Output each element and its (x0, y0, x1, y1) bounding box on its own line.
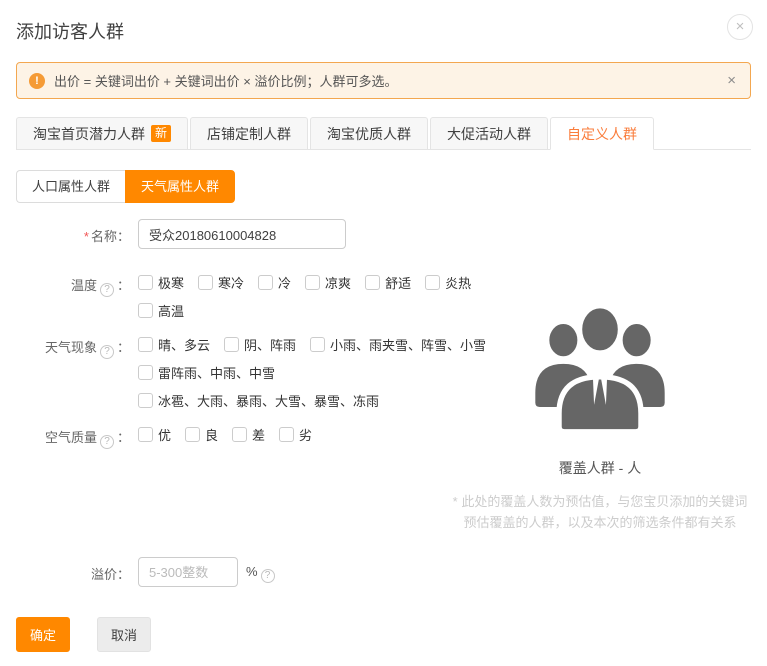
audience-name-input[interactable] (138, 219, 346, 249)
required-asterisk: * (84, 229, 89, 244)
air-quality-label: 空气质量?： (16, 425, 130, 453)
checkbox-label: 晴、多云 (158, 335, 210, 354)
checkbox-icon[interactable] (198, 275, 213, 290)
checkbox-option[interactable]: 雷阵雨、中雨、中雪 (138, 363, 275, 382)
people-group-icon (450, 296, 750, 436)
checkbox-option[interactable]: 阴、阵雨 (224, 335, 296, 354)
checkbox-option[interactable]: 冰雹、大雨、暴雨、大雪、暴雪、冻雨 (138, 391, 379, 410)
alert-text: 出价 = 关键词出价 + 关键词出价 × 溢价比例；人群可多选。 (54, 71, 397, 90)
help-icon[interactable]: ? (100, 283, 114, 297)
checkbox-line: 极寒 寒冷 冷 凉爽 舒适 炎热 (138, 273, 485, 292)
premium-unit: %? (246, 557, 278, 587)
checkbox-icon[interactable] (138, 427, 153, 442)
checkbox-line: 晴、多云阴、阵雨小雨、雨夹雪、阵雪、小雪 (138, 335, 500, 354)
checkbox-icon[interactable] (138, 303, 153, 318)
confirm-button[interactable]: 确定 (16, 617, 70, 652)
checkbox-icon[interactable] (279, 427, 294, 442)
checkbox-label: 劣 (299, 425, 312, 444)
name-row: *名称： (16, 219, 751, 249)
dialog-header: 添加访客人群 × (16, 14, 751, 44)
tab-label: 淘宝优质人群 (327, 118, 411, 150)
checkbox-label: 舒适 (385, 273, 411, 292)
tab-label: 店铺定制人群 (207, 118, 291, 150)
premium-input[interactable] (138, 557, 238, 587)
checkbox-option[interactable]: 舒适 (365, 273, 411, 292)
checkbox-option[interactable]: 炎热 (425, 273, 471, 292)
checkbox-icon[interactable] (310, 337, 325, 352)
tab-label: 自定义人群 (567, 118, 637, 150)
coverage-note: * 此处的覆盖人数为预估值，与您宝贝添加的关键词预估覆盖的人群，以及本次的筛选条… (450, 491, 750, 534)
checkbox-option[interactable]: 优 (138, 425, 171, 444)
checkbox-label: 炎热 (445, 273, 471, 292)
checkbox-icon[interactable] (258, 275, 273, 290)
checkbox-line: 优良差劣 (138, 425, 326, 444)
checkbox-icon[interactable] (425, 275, 440, 290)
checkbox-label: 阴、阵雨 (244, 335, 296, 354)
tab-taobao-quality[interactable]: 淘宝优质人群 (310, 117, 428, 150)
checkbox-option[interactable]: 劣 (279, 425, 312, 444)
bid-formula-alert: ! 出价 = 关键词出价 + 关键词出价 × 溢价比例；人群可多选。 × (16, 62, 751, 99)
tab-promotion-activity[interactable]: 大促活动人群 (430, 117, 548, 150)
checkbox-icon[interactable] (224, 337, 239, 352)
cancel-button[interactable]: 取消 (97, 617, 151, 652)
temperature-label: 温度?： (16, 273, 130, 329)
help-icon[interactable]: ? (261, 569, 275, 583)
coverage-panel: 覆盖人群 - 人 * 此处的覆盖人数为预估值，与您宝贝添加的关键词预估覆盖的人群… (450, 296, 750, 534)
checkbox-icon[interactable] (138, 275, 153, 290)
checkbox-label: 极寒 (158, 273, 184, 292)
page-title: 添加访客人群 (16, 14, 124, 44)
checkbox-line: 冰雹、大雨、暴雨、大雪、暴雪、冻雨 (138, 391, 500, 410)
subtab-demographic[interactable]: 人口属性人群 (16, 170, 125, 203)
main-tabs: 淘宝首页潜力人群新店铺定制人群淘宝优质人群大促活动人群自定义人群 (16, 117, 751, 150)
new-badge: 新 (151, 125, 171, 142)
tab-store-custom[interactable]: 店铺定制人群 (190, 117, 308, 150)
premium-label: 溢价： (16, 557, 130, 587)
checkbox-label: 优 (158, 425, 171, 444)
tab-custom[interactable]: 自定义人群 (550, 117, 654, 150)
tab-taobao-homepage-potential[interactable]: 淘宝首页潜力人群新 (16, 117, 188, 150)
checkbox-option[interactable]: 差 (232, 425, 265, 444)
checkbox-label: 差 (252, 425, 265, 444)
checkbox-icon[interactable] (138, 393, 153, 408)
checkbox-option[interactable]: 极寒 (138, 273, 184, 292)
weather-options: 晴、多云阴、阵雨小雨、雨夹雪、阵雪、小雪雷阵雨、中雨、中雪冰雹、大雨、暴雨、大雪… (130, 335, 500, 419)
alert-close-icon[interactable]: × (725, 72, 738, 89)
checkbox-label: 良 (205, 425, 218, 444)
coverage-count-label: 覆盖人群 - 人 (450, 458, 750, 478)
air-quality-options: 优良差劣 (130, 425, 326, 453)
temperature-options: 极寒 寒冷 冷 凉爽 舒适 炎热高温 (130, 273, 485, 329)
name-label: *名称： (16, 219, 130, 249)
checkbox-icon[interactable] (185, 427, 200, 442)
checkbox-icon[interactable] (138, 337, 153, 352)
dialog-footer: 确定 取消 (16, 617, 751, 652)
checkbox-icon[interactable] (365, 275, 380, 290)
dialog-close-icon[interactable]: × (727, 14, 753, 40)
checkbox-line: 雷阵雨、中雨、中雪 (138, 363, 500, 382)
checkbox-label: 寒冷 (218, 273, 244, 292)
checkbox-option[interactable]: 高温 (138, 301, 184, 320)
checkbox-icon[interactable] (138, 365, 153, 380)
checkbox-option[interactable]: 冷 (258, 273, 291, 292)
checkbox-label: 高温 (158, 301, 184, 320)
checkbox-icon[interactable] (305, 275, 320, 290)
checkbox-icon[interactable] (232, 427, 247, 442)
checkbox-label: 冰雹、大雨、暴雨、大雪、暴雪、冻雨 (158, 391, 379, 410)
help-icon[interactable]: ? (100, 345, 114, 359)
checkbox-label: 雷阵雨、中雨、中雪 (158, 363, 275, 382)
sub-tabs: 人口属性人群天气属性人群 (16, 170, 751, 203)
help-icon[interactable]: ? (100, 435, 114, 449)
alert-exclamation-icon: ! (29, 73, 45, 89)
checkbox-label: 凉爽 (325, 273, 351, 292)
checkbox-line: 高温 (138, 301, 485, 320)
checkbox-option[interactable]: 晴、多云 (138, 335, 210, 354)
checkbox-label: 冷 (278, 273, 291, 292)
weather-label: 天气现象?： (16, 335, 130, 419)
checkbox-option[interactable]: 凉爽 (305, 273, 351, 292)
checkbox-option[interactable]: 寒冷 (198, 273, 244, 292)
tab-label: 大促活动人群 (447, 118, 531, 150)
premium-row: 溢价： %? (16, 557, 751, 587)
checkbox-option[interactable]: 良 (185, 425, 218, 444)
tab-label: 淘宝首页潜力人群 (33, 118, 145, 150)
subtab-weather[interactable]: 天气属性人群 (125, 170, 235, 203)
